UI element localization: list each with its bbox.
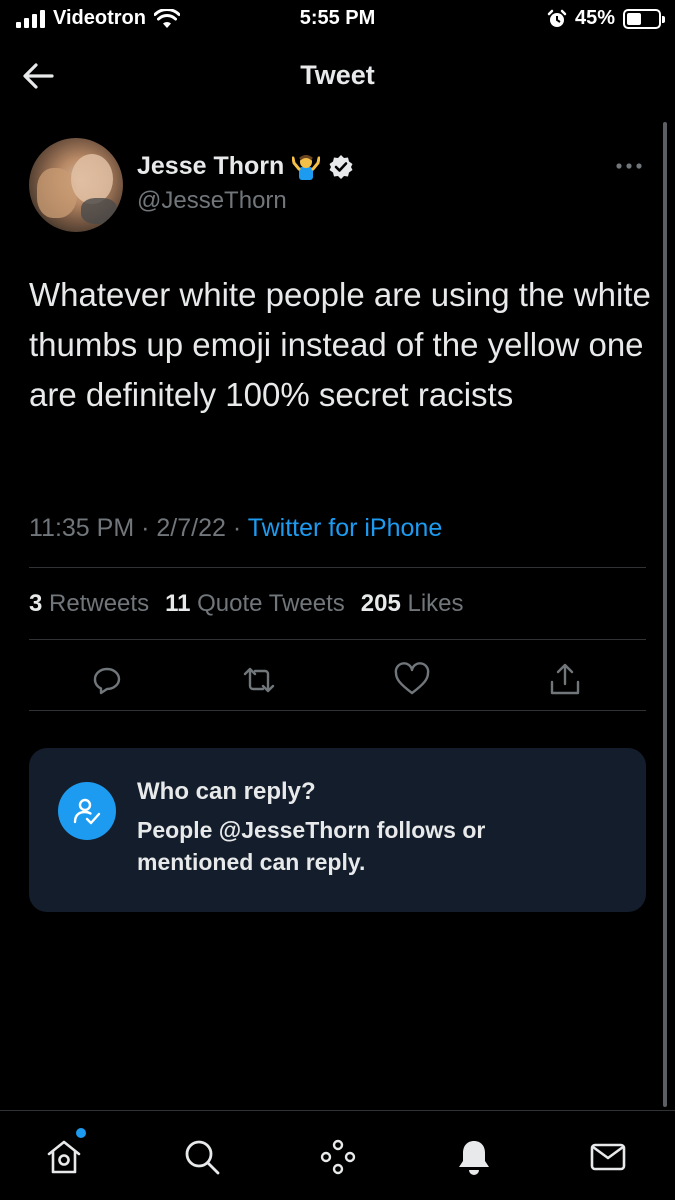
divider: [29, 567, 646, 568]
battery-percent: 45%: [574, 7, 615, 29]
meta-separator: ·: [232, 514, 242, 542]
tweet-actions: [29, 656, 646, 704]
battery-fill: [627, 12, 641, 25]
reply-restriction-body: People @JesseThorn follows or mentioned …: [137, 817, 486, 875]
likes-label: Likes: [407, 590, 464, 617]
who-can-reply-card: Who can reply? People @JesseThorn follow…: [29, 748, 646, 912]
likes-count: 205: [360, 590, 401, 617]
tweet-text: Whatever white people are using the whit…: [29, 276, 651, 413]
like-heart-icon[interactable]: [392, 660, 432, 700]
reply-restriction-title: Who can reply?: [137, 778, 316, 805]
spaces-icon[interactable]: [318, 1137, 358, 1177]
search-icon[interactable]: [182, 1137, 222, 1177]
shrug-emoji-icon: [292, 154, 321, 180]
divider: [29, 710, 646, 711]
display-name[interactable]: Jesse Thorn: [137, 152, 284, 181]
tweet-date: 2/7/22: [156, 514, 226, 542]
notifications-bell-icon[interactable]: [454, 1137, 494, 1177]
retweets-stat[interactable]: 3 Retweets: [29, 590, 149, 618]
tweet-metadata: 11:35 PM · 2/7/22 · Twitter for iPhone: [29, 514, 442, 543]
more-options-icon[interactable]: [615, 162, 643, 170]
share-icon[interactable]: [545, 660, 585, 700]
quote-tweets-count: 11: [165, 590, 191, 617]
status-bar: Videotron 5:55 PM 45%: [0, 0, 675, 40]
verified-badge-icon: [329, 154, 353, 179]
likes-stat[interactable]: 205 Likes: [361, 590, 464, 618]
avatar[interactable]: [29, 138, 123, 232]
author-info: Jesse Thorn @JesseThorn: [137, 152, 354, 215]
home-new-content-dot: [76, 1128, 86, 1138]
reply-icon[interactable]: [87, 660, 127, 700]
bottom-tab-bar: [0, 1110, 675, 1200]
meta-separator: ·: [141, 514, 150, 542]
tweet-stats: 3 Retweets 11 Quote Tweets 205 Likes: [29, 590, 464, 618]
name-row: Jesse Thorn: [137, 152, 354, 181]
retweets-count: 3: [29, 590, 43, 617]
header: Tweet: [0, 52, 675, 102]
messages-mail-icon[interactable]: [588, 1137, 628, 1177]
battery-icon: [623, 8, 665, 29]
alarm-icon: [547, 9, 567, 27]
status-right: 45%: [547, 7, 665, 30]
user-check-icon: [73, 798, 101, 825]
page-title: Tweet: [300, 60, 375, 90]
user-handle[interactable]: @JesseThorn: [137, 187, 354, 215]
home-icon[interactable]: [44, 1137, 84, 1177]
quote-tweets-label: Quote Tweets: [197, 590, 345, 617]
divider: [29, 639, 646, 640]
retweet-icon[interactable]: [239, 660, 279, 700]
tweet-source-link[interactable]: Twitter for iPhone: [248, 514, 443, 542]
reply-restriction-badge: [58, 782, 116, 840]
retweets-label: Retweets: [49, 590, 150, 617]
tweet-time: 11:35 PM: [29, 514, 135, 542]
quote-tweets-stat[interactable]: 11 Quote Tweets: [165, 590, 345, 618]
scrollbar[interactable]: [663, 122, 667, 1107]
